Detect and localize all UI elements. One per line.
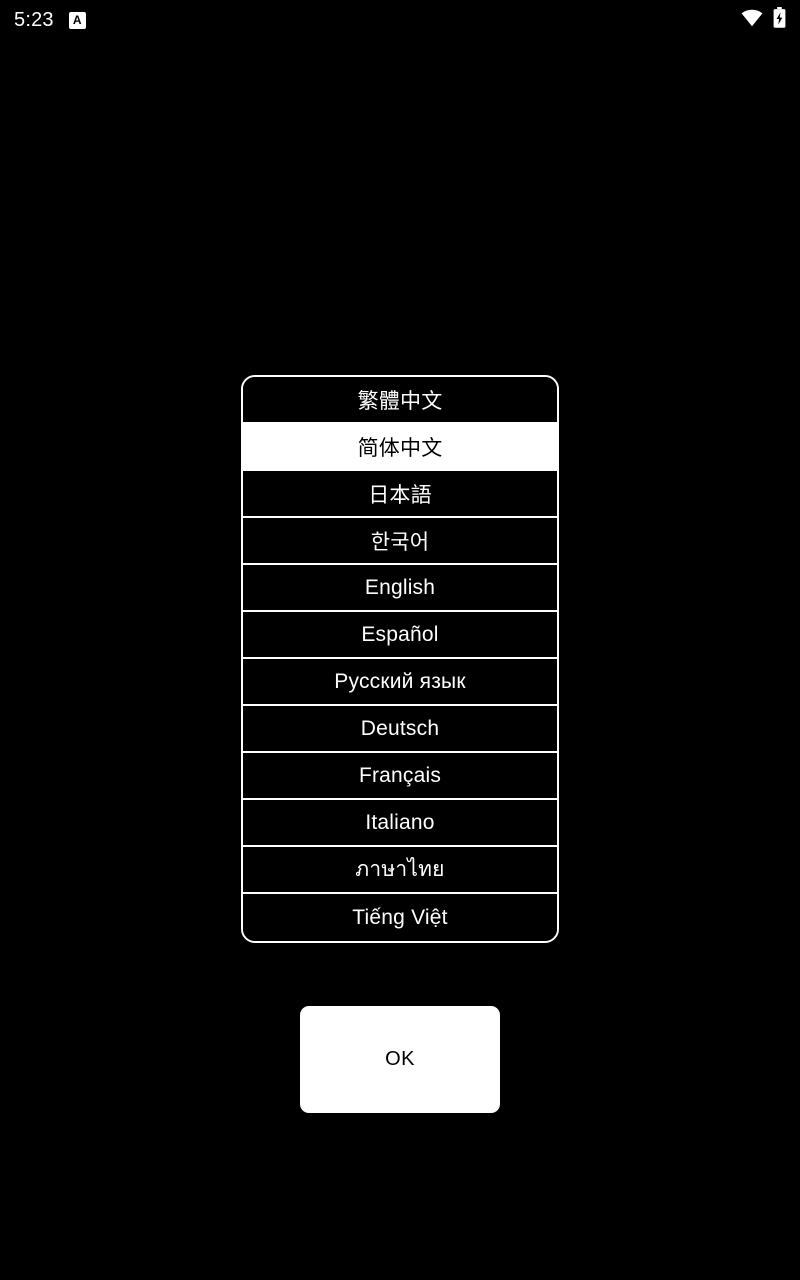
- language-option-simplified-chinese[interactable]: 简体中文: [243, 424, 557, 471]
- status-bar-left: 5:23 A: [14, 10, 86, 30]
- battery-charging-icon: [773, 7, 786, 33]
- language-option-korean[interactable]: 한국어: [243, 518, 557, 565]
- wifi-icon: [741, 9, 763, 32]
- language-option-russian[interactable]: Русский язык: [243, 659, 557, 706]
- status-bar: 5:23 A: [0, 0, 800, 40]
- language-option-vietnamese[interactable]: Tiếng Việt: [243, 894, 557, 941]
- ok-button[interactable]: OK: [300, 1006, 500, 1113]
- language-option-thai[interactable]: ภาษาไทย: [243, 847, 557, 894]
- status-bar-right: [741, 7, 786, 33]
- language-option-german[interactable]: Deutsch: [243, 706, 557, 753]
- language-option-japanese[interactable]: 日本語: [243, 471, 557, 518]
- app-notification-icon: A: [68, 11, 86, 29]
- language-option-traditional-chinese[interactable]: 繁體中文: [243, 377, 557, 424]
- language-option-french[interactable]: Français: [243, 753, 557, 800]
- language-option-spanish[interactable]: Español: [243, 612, 557, 659]
- language-option-english[interactable]: English: [243, 565, 557, 612]
- language-option-italian[interactable]: Italiano: [243, 800, 557, 847]
- language-list[interactable]: 繁體中文 简体中文 日本語 한국어 English Español Русски…: [241, 375, 559, 943]
- status-clock: 5:23: [14, 9, 54, 31]
